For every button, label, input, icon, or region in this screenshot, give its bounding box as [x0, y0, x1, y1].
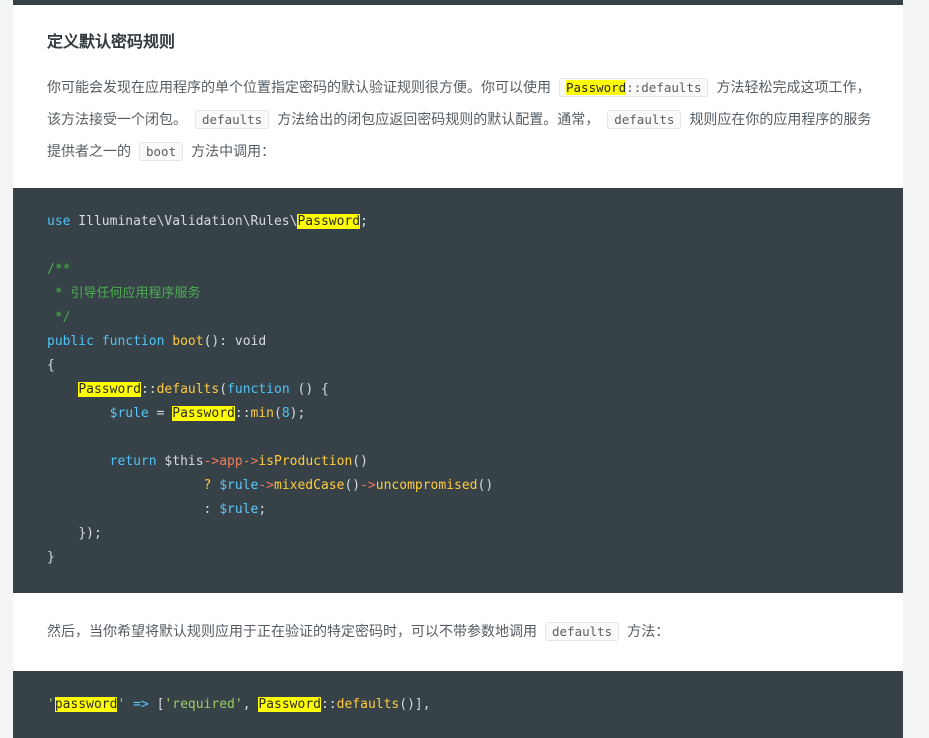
- code-line-ternary-false: : $rule;: [203, 502, 267, 517]
- highlight-password: Password: [566, 80, 627, 95]
- intro-text-3: 方法给出的闭包应返回密码规则的默认配置。通常，: [277, 112, 600, 128]
- code-line-rules-array: 'password' => ['required', Password::def…: [47, 697, 431, 712]
- code-line-return: return $this->app->isProduction(): [109, 454, 368, 469]
- intro-text-1: 你可能会发现在应用程序的单个位置指定密码的默认验证规则很方便。你可以使用: [47, 80, 551, 96]
- inline-code-method: ::defaults: [626, 80, 702, 95]
- intro-text-5: 方法中调用：: [191, 144, 276, 160]
- code-line-password-defaults: Password::defaults(function () {: [78, 382, 329, 397]
- usage-paragraph: 然后，当你希望将默认规则应用于正在验证的特定密码时，可以不带参数地调用 defau…: [47, 616, 877, 648]
- code-line-use: use Illuminate\Validation\Rules\Password…: [47, 214, 368, 229]
- intro-paragraph: 你可能会发现在应用程序的单个位置指定密码的默认验证规则很方便。你可以使用 Pass…: [47, 72, 877, 168]
- inline-code-defaults: defaults: [195, 110, 270, 129]
- code-line-open-brace: {: [47, 358, 55, 373]
- code-comment-start: /**: [47, 262, 71, 277]
- usage-text-1: 然后，当你希望将默认规则应用于正在验证的特定密码时，可以不带参数地调用: [47, 624, 537, 640]
- code-comment-end: */: [47, 310, 71, 325]
- code-line-ternary-true: ? $rule->mixedCase()->uncompromised(): [203, 478, 494, 493]
- code-line-close-brace: }: [47, 550, 55, 565]
- code-line-rule-min: $rule = Password::min(8);: [109, 406, 306, 421]
- code-block-usage[interactable]: 'password' => ['required', Password::def…: [13, 671, 903, 738]
- inline-code-boot: boot: [139, 142, 184, 161]
- code-line-function-boot: public function boot(): void: [47, 334, 267, 349]
- code-comment-body: * 引导任何应用程序服务: [47, 286, 201, 301]
- code-block-boot[interactable]: use Illuminate\Validation\Rules\Password…: [13, 188, 903, 593]
- code-line-close-closure: });: [78, 526, 102, 541]
- inline-code-password-defaults: Password::defaults: [559, 78, 709, 97]
- section-heading: 定义默认密码规则: [47, 32, 176, 51]
- inline-code-defaults-usage: defaults: [545, 622, 620, 641]
- inline-code-defaults-2: defaults: [607, 110, 682, 129]
- usage-text-2: 方法：: [627, 624, 670, 640]
